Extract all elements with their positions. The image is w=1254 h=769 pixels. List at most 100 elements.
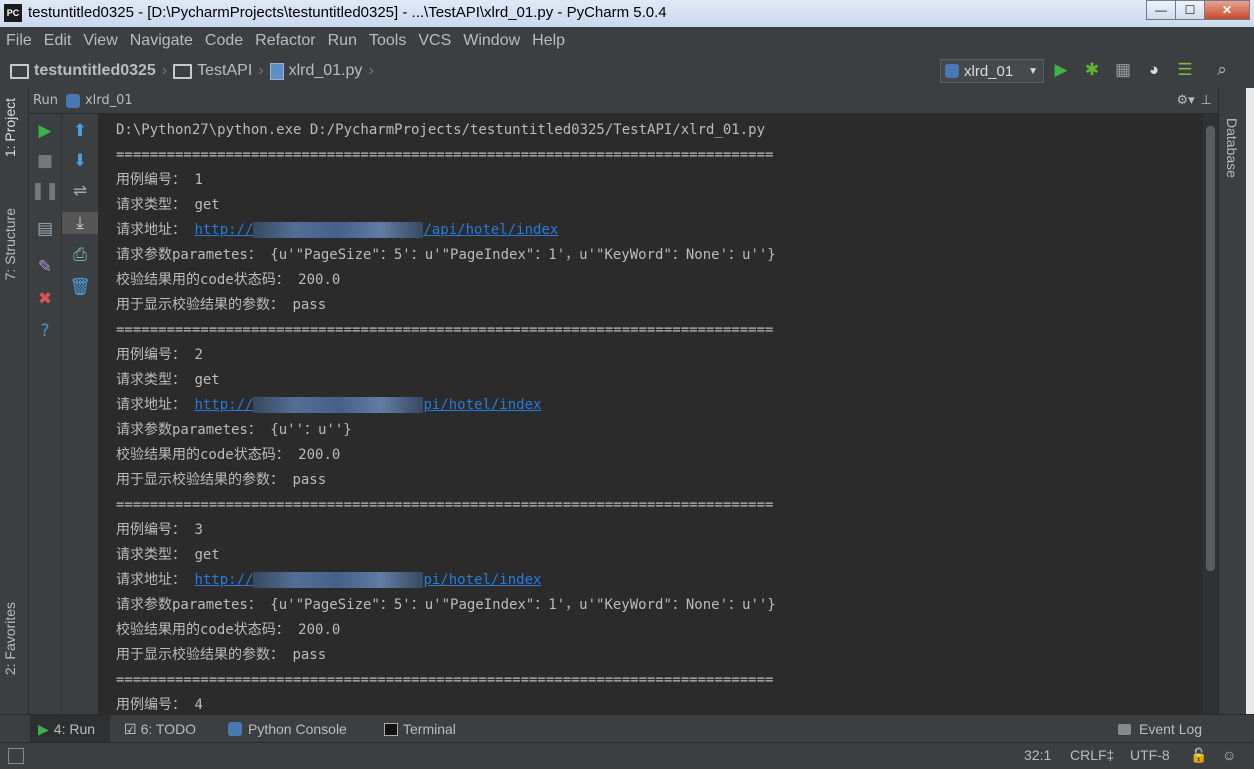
menu-file[interactable]: File — [0, 32, 38, 50]
pin-icon[interactable]: ✎ — [29, 256, 61, 278]
console-line: 用于显示校验结果的参数： pass — [116, 647, 327, 663]
toggle-tool-windows-icon[interactable] — [8, 748, 24, 764]
lock-icon[interactable]: 🔓 — [1190, 747, 1207, 764]
arrow-up-icon[interactable]: ⬆ — [62, 120, 98, 142]
console-line: 用例编号： 1 — [116, 172, 203, 188]
tab-python-console[interactable]: Python Console — [228, 715, 347, 743]
console-line: 请求类型： get — [116, 197, 220, 213]
menu-help[interactable]: Help — [526, 32, 571, 50]
menu-view[interactable]: View — [77, 32, 123, 50]
console-line: 用例编号： 4 — [116, 697, 203, 713]
close-button[interactable]: ✕ — [1204, 0, 1250, 20]
run-panel-config: xlrd_01 — [84, 93, 133, 108]
search-icon[interactable]: ⌕ — [1211, 59, 1233, 81]
console-line: 请求地址： http://pi/hotel/index — [116, 572, 542, 588]
gear-icon[interactable]: ⚙▾ — [1176, 93, 1194, 108]
python-file-icon — [269, 62, 284, 80]
run-actions-toolbar: ▶ ■ ❚❚ ▤ ✎ ✖ ? — [29, 114, 62, 714]
terminal-icon — [384, 722, 398, 736]
rerun-icon[interactable]: ▶ — [29, 120, 61, 142]
console-url-link[interactable]: http://pi/hotel/index — [194, 572, 541, 588]
breadcrumb-project[interactable]: testuntitled0325 — [10, 62, 156, 80]
profile-icon[interactable]: ◕ — [1143, 59, 1165, 81]
menu-edit[interactable]: Edit — [38, 32, 78, 50]
folder-icon — [173, 63, 193, 79]
print-icon[interactable]: ⎙ — [62, 244, 98, 266]
scroll-to-end-icon[interactable]: ⤓ — [62, 212, 98, 234]
soft-wrap-icon[interactable]: ⇌ — [62, 180, 98, 202]
tab-run[interactable]: ▶ 4: Run — [30, 715, 110, 743]
line-separator[interactable]: CRLF‡ — [1070, 747, 1114, 763]
run-config-dropdown[interactable]: xlrd_01 ▼ — [940, 59, 1044, 83]
navigation-bar: testuntitled0325 › TestAPI › xlrd_01.py … — [0, 54, 1254, 89]
menu-run[interactable]: Run — [322, 32, 363, 50]
minimize-button[interactable]: — — [1146, 0, 1176, 20]
tab-database[interactable]: Database — [1224, 118, 1240, 178]
console-separator: ========================================… — [116, 497, 774, 513]
breadcrumb-separator: › — [368, 62, 374, 79]
console-url-link[interactable]: http://pi/hotel/index — [194, 397, 541, 413]
todo-icon: ☑ — [124, 720, 137, 737]
tab-favorites[interactable]: 2: Favorites — [2, 602, 18, 675]
close-icon[interactable]: ✖ — [29, 288, 61, 310]
console-line: 请求地址： http:///api/hotel/index — [116, 222, 559, 238]
event-log-icon — [1118, 723, 1131, 735]
scrollbar-thumb[interactable] — [1206, 126, 1215, 571]
python-icon — [65, 93, 80, 108]
tab-project[interactable]: 1: Project — [2, 98, 18, 157]
pause-icon[interactable]: ❚❚ — [29, 180, 61, 202]
console-line: 请求类型： get — [116, 372, 220, 388]
folder-icon — [10, 63, 29, 79]
tab-event-log[interactable]: Event Log — [1118, 715, 1202, 743]
console-line: 校验结果用的code状态码： 200.0 — [116, 447, 341, 463]
console-line: 请求参数parametes： {u'"PageSize"：5'：u'"PageI… — [116, 597, 776, 613]
run-panel-header: Run xlrd_01 ⚙▾ ⊥ — [29, 88, 1218, 114]
restore-layout-icon[interactable]: ▤ — [29, 218, 61, 240]
menu-navigate[interactable]: Navigate — [124, 32, 199, 50]
menu-tools[interactable]: Tools — [363, 32, 412, 50]
breadcrumb-folder[interactable]: TestAPI — [173, 62, 252, 80]
file-encoding[interactable]: UTF-8 — [1130, 747, 1170, 763]
inspector-icon[interactable]: ☺ — [1222, 747, 1236, 763]
console-line: 用于显示校验结果的参数： pass — [116, 472, 327, 488]
console-separator: ========================================… — [116, 672, 774, 688]
concurrency-icon[interactable]: ☰ — [1174, 59, 1196, 81]
menu-refactor[interactable]: Refactor — [249, 32, 321, 50]
redacted-host — [253, 397, 424, 413]
menu-code[interactable]: Code — [199, 32, 249, 50]
console-scrollbar[interactable] — [1203, 114, 1218, 714]
console-command: D:\Python27\python.exe D:/PycharmProject… — [116, 122, 766, 138]
breadcrumb-separator: › — [161, 62, 168, 79]
coverage-icon[interactable]: ▦ — [1112, 59, 1134, 81]
run-icon[interactable]: ▶ — [1050, 59, 1072, 81]
breadcrumb-file[interactable]: xlrd_01.py — [269, 62, 362, 80]
console-line: 校验结果用的code状态码： 200.0 — [116, 272, 341, 288]
menu-vcs[interactable]: VCS — [412, 32, 457, 50]
console-actions-toolbar: ⬆ ⬇ ⇌ ⤓ ⎙ 🗑 — [62, 114, 99, 714]
python-icon — [945, 64, 959, 78]
console-line: 请求参数parametes： {u'"PageSize"：5'：u'"PageI… — [116, 247, 776, 263]
debug-icon[interactable]: ✱ — [1081, 59, 1103, 81]
breadcrumb-separator: › — [258, 62, 264, 79]
bottom-tool-tabs: ▶ 4: Run ☑ 6: TODO Python Console Termin… — [0, 714, 1254, 743]
hide-panel-icon[interactable]: ⊥ — [1201, 93, 1212, 108]
maximize-button[interactable]: ☐ — [1175, 0, 1205, 20]
menu-window[interactable]: Window — [457, 32, 526, 50]
console-line: 用例编号： 2 — [116, 347, 203, 363]
console-url-link[interactable]: http:///api/hotel/index — [194, 222, 558, 238]
console-line: 校验结果用的code状态码： 200.0 — [116, 622, 341, 638]
run-console-output[interactable]: D:\Python27\python.exe D:/PycharmProject… — [99, 114, 1203, 714]
caret-position[interactable]: 32:1 — [1024, 747, 1051, 763]
trash-icon[interactable]: 🗑 — [62, 276, 98, 298]
python-icon — [228, 722, 242, 736]
window-titlebar: PC testuntitled0325 - [D:\PycharmProject… — [0, 0, 1254, 27]
screen-edge — [1246, 88, 1254, 714]
run-toolbar: ▶ ✱ ▦ ◕ ☰ ⌕ — [1050, 59, 1242, 81]
help-icon[interactable]: ? — [29, 320, 61, 342]
redacted-host — [253, 222, 424, 238]
arrow-down-icon[interactable]: ⬇ — [62, 150, 98, 172]
tab-todo[interactable]: ☑ 6: TODO — [124, 715, 196, 743]
tab-terminal[interactable]: Terminal — [384, 715, 456, 743]
stop-icon[interactable]: ■ — [29, 150, 61, 172]
tab-structure[interactable]: 7: Structure — [2, 208, 18, 280]
